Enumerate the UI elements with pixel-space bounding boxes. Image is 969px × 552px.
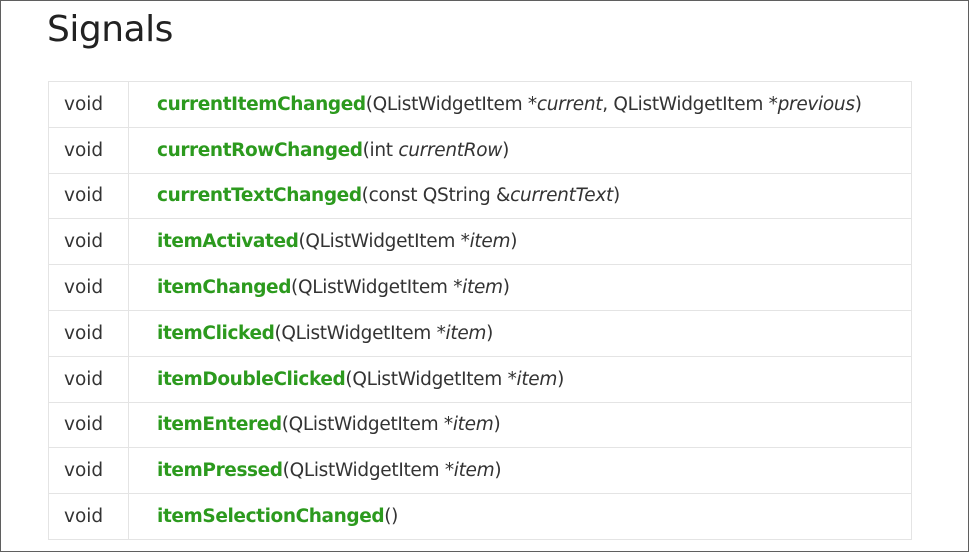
signal-parameters: (): [384, 506, 398, 527]
parameter-type: (QListWidgetItem *: [298, 231, 470, 253]
parameter-type: ): [486, 322, 494, 344]
signal-parameters: (QListWidgetItem *item): [345, 369, 564, 390]
parameter-type: ): [557, 368, 565, 390]
section-title: Signals: [47, 9, 173, 50]
signal-parameters: (QListWidgetItem *item): [291, 277, 510, 298]
signal-link[interactable]: currentItemChanged: [157, 94, 366, 115]
parameter-type: ): [854, 93, 862, 115]
table-row: void itemPressed(QListWidgetItem *item): [48, 447, 912, 495]
parameter-name: currentRow: [398, 139, 503, 161]
parameter-type: (): [384, 506, 399, 528]
signal-signature: itemActivated(QListWidgetItem *item): [128, 218, 912, 266]
signal-link[interactable]: itemSelectionChanged: [157, 506, 385, 527]
documentation-panel: Signals void currentItemChanged(QListWidg…: [0, 0, 969, 552]
parameter-type: (QListWidgetItem *: [282, 460, 454, 482]
table-row: void currentTextChanged(const QString &cu…: [48, 172, 912, 220]
return-type: void: [48, 81, 129, 128]
parameter-name: item: [462, 277, 503, 299]
signals-table-body: void currentItemChanged(QListWidgetItem *…: [48, 81, 912, 540]
parameter-type: ): [502, 277, 510, 299]
parameter-type: (int: [362, 139, 399, 161]
signal-signature: itemDoubleClicked(QListWidgetItem *item): [128, 355, 912, 403]
return-type: void: [48, 493, 129, 540]
signal-link[interactable]: itemClicked: [157, 323, 275, 344]
signal-parameters: (QListWidgetItem *item): [283, 460, 502, 481]
signal-signature: currentRowChanged(int currentRow): [128, 126, 912, 174]
parameter-type: ): [510, 231, 518, 253]
parameter-type: (QListWidgetItem *: [281, 414, 453, 436]
return-type: void: [48, 218, 129, 266]
return-type: void: [48, 309, 129, 357]
return-type: void: [48, 264, 129, 311]
parameter-name: currentText: [510, 185, 613, 207]
table-row: void itemChanged(QListWidgetItem *item): [48, 264, 912, 311]
signal-link[interactable]: currentTextChanged: [157, 185, 362, 206]
table-row: void itemEntered(QListWidgetItem *item): [48, 401, 912, 449]
table-row: void itemSelectionChanged(): [48, 493, 912, 540]
table-row: void itemDoubleClicked(QListWidgetItem *i…: [48, 355, 912, 403]
signal-signature: itemClicked(QListWidgetItem *item): [128, 309, 912, 357]
signal-signature: currentTextChanged(const QString &curren…: [128, 172, 912, 220]
signal-signature: itemSelectionChanged(): [128, 493, 912, 540]
signals-table: void currentItemChanged(QListWidgetItem *…: [48, 81, 912, 540]
parameter-name: item: [469, 231, 511, 253]
table-row: void currentRowChanged(int currentRow): [48, 126, 912, 174]
signal-signature: itemPressed(QListWidgetItem *item): [128, 447, 912, 495]
return-type: void: [48, 172, 129, 220]
parameter-type: (QListWidgetItem *: [291, 277, 463, 299]
parameter-type: ): [612, 185, 620, 207]
parameter-name: previous: [777, 93, 855, 115]
return-type: void: [48, 401, 129, 449]
table-row: void itemClicked(QListWidgetItem *item): [48, 309, 912, 357]
signal-signature: itemChanged(QListWidgetItem *item): [128, 264, 912, 311]
table-row: void itemActivated(QListWidgetItem *item): [48, 218, 912, 266]
signal-parameters: (QListWidgetItem *current, QListWidgetIt…: [366, 94, 862, 115]
parameter-name: item: [445, 322, 487, 344]
parameter-name: current: [536, 93, 603, 115]
signal-link[interactable]: itemEntered: [157, 414, 282, 435]
signal-parameters: (QListWidgetItem *item): [298, 231, 517, 252]
signal-link[interactable]: itemActivated: [157, 231, 299, 252]
table-row: void currentItemChanged(QListWidgetItem *…: [48, 81, 912, 128]
signal-parameters: (const QString &currentText): [362, 185, 620, 206]
signal-signature: currentItemChanged(QListWidgetItem *curr…: [128, 81, 912, 128]
signal-link[interactable]: currentRowChanged: [157, 140, 363, 161]
parameter-type: (QListWidgetItem *: [274, 322, 446, 344]
signal-parameters: (QListWidgetItem *item): [274, 323, 493, 344]
parameter-type: ): [493, 414, 501, 436]
parameter-type: (const QString &: [361, 185, 511, 207]
signal-link[interactable]: itemDoubleClicked: [157, 369, 346, 390]
return-type: void: [48, 126, 129, 174]
parameter-type: ): [502, 139, 510, 161]
parameter-name: item: [516, 368, 558, 390]
signal-link[interactable]: itemPressed: [157, 460, 283, 481]
signal-parameters: (QListWidgetItem *item): [282, 414, 501, 435]
return-type: void: [48, 355, 129, 403]
parameter-name: item: [453, 460, 495, 482]
parameter-name: item: [452, 414, 494, 436]
return-type: void: [48, 447, 129, 495]
parameter-type: ): [494, 460, 502, 482]
signal-signature: itemEntered(QListWidgetItem *item): [128, 401, 912, 449]
parameter-type: , QListWidgetItem *: [602, 93, 778, 115]
parameter-type: (QListWidgetItem *: [365, 93, 537, 115]
signal-link[interactable]: itemChanged: [157, 277, 291, 298]
parameter-type: (QListWidgetItem *: [345, 368, 517, 390]
signal-parameters: (int currentRow): [362, 139, 510, 161]
